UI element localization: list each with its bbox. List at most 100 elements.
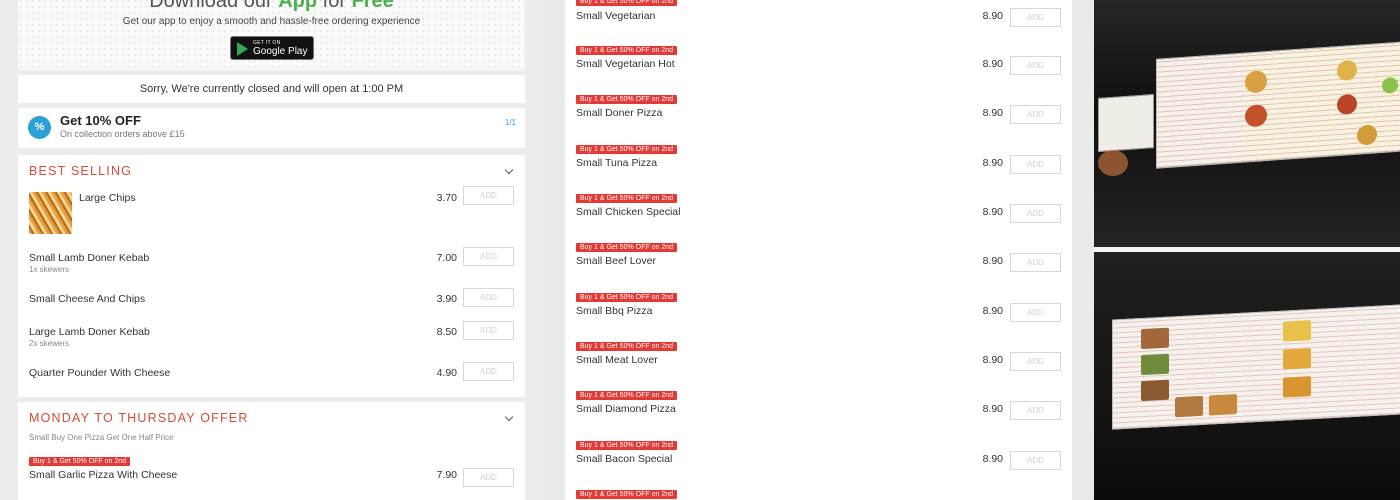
menu-board-photo[interactable] bbox=[1094, 0, 1400, 247]
app-download-title: Download our App for Free bbox=[149, 0, 394, 12]
pizza-menu-list: Buy 1 & Get 50% OFF on 2nd Small Vegetar… bbox=[565, 0, 1072, 500]
best-selling-heading[interactable]: BEST SELLING bbox=[29, 164, 132, 178]
item-price: 8.90 bbox=[982, 58, 1003, 70]
deal-badge: Buy 1 & Get 50% OFF on 2nd bbox=[576, 145, 677, 154]
add-button[interactable]: ADD bbox=[463, 186, 514, 205]
item-name: Large Chips bbox=[79, 192, 136, 204]
item-price: 8.50 bbox=[436, 326, 457, 338]
shop-photos bbox=[1094, 0, 1400, 500]
pizza-image bbox=[1337, 59, 1357, 82]
deal-badge: Buy 1 & Get 50% OFF on 2nd bbox=[576, 46, 677, 55]
offer-card[interactable]: % Get 10% OFF On collection orders above… bbox=[18, 108, 525, 148]
deal-badge: Buy 1 & Get 50% OFF on 2nd bbox=[576, 95, 677, 104]
item-price: 8.90 bbox=[982, 403, 1003, 415]
add-button[interactable]: ADD bbox=[1010, 204, 1061, 223]
item-name: Large Lamb Doner Kebab bbox=[29, 326, 150, 338]
deal-badge: Buy 1 & Get 50% OFF on 2nd bbox=[29, 457, 130, 466]
item-name: Small Vegetarian Hot bbox=[576, 58, 675, 70]
offer-title: Get 10% OFF bbox=[60, 113, 141, 128]
item-name: Small Garlic Pizza With Cheese bbox=[29, 469, 178, 481]
item-name: Quarter Pounder With Cheese bbox=[29, 367, 171, 379]
deal-badge: Buy 1 & Get 50% OFF on 2nd bbox=[576, 441, 677, 450]
chevron-down-icon[interactable] bbox=[504, 412, 514, 422]
add-button[interactable]: ADD bbox=[1010, 253, 1061, 272]
menu-item: Quarter Pounder With Cheese 4.90 ADD bbox=[29, 362, 514, 387]
burger-image bbox=[1141, 353, 1169, 376]
menu-item: Large Chips 3.70 ADD bbox=[29, 186, 514, 236]
google-play-icon bbox=[237, 42, 248, 56]
item-name: Small Lamb Doner Kebab bbox=[29, 252, 150, 264]
add-button[interactable]: ADD bbox=[1010, 401, 1061, 420]
item-price: 8.90 bbox=[982, 107, 1003, 119]
menu-item: Large Lamb Doner Kebab 2x skewers 8.50 A… bbox=[29, 321, 514, 350]
deal-badge: Buy 1 & Get 50% OFF on 2nd bbox=[576, 391, 677, 400]
pizza-image bbox=[1245, 69, 1267, 94]
burger-image bbox=[1141, 327, 1169, 350]
item-price: 8.90 bbox=[982, 453, 1003, 465]
app-download-subtitle: Get our app to enjoy a smooth and hassle… bbox=[122, 16, 421, 27]
add-button[interactable]: ADD bbox=[463, 321, 514, 340]
chevron-down-icon[interactable] bbox=[504, 165, 514, 175]
menu-item: Buy 1 & Get 50% OFF on 2nd Small Beef Lo… bbox=[576, 243, 1061, 292]
add-button[interactable]: ADD bbox=[1010, 451, 1061, 470]
kids-logo bbox=[1382, 76, 1398, 94]
add-button[interactable]: ADD bbox=[463, 288, 514, 307]
add-button[interactable]: ADD bbox=[1010, 155, 1061, 174]
item-price: 3.70 bbox=[436, 192, 457, 204]
chips-image bbox=[1209, 394, 1237, 416]
add-button[interactable]: ADD bbox=[463, 362, 514, 381]
item-price: 3.90 bbox=[436, 293, 457, 305]
item-price: 7.00 bbox=[436, 252, 457, 264]
menu-board bbox=[1156, 41, 1400, 169]
pizza-image bbox=[1245, 103, 1267, 128]
item-price: 8.90 bbox=[982, 157, 1003, 169]
item-name: Small Tuna Pizza bbox=[576, 157, 658, 169]
app-download-banner: Download our App for Free Get our app to… bbox=[18, 0, 525, 70]
burger-image bbox=[1175, 395, 1203, 418]
offer-section-heading[interactable]: MONDAY TO THURSDAY OFFER bbox=[29, 411, 249, 425]
add-button[interactable]: ADD bbox=[463, 247, 514, 266]
add-button[interactable]: ADD bbox=[463, 468, 514, 487]
add-button[interactable]: ADD bbox=[1010, 105, 1061, 124]
pizza-image bbox=[1357, 124, 1377, 146]
closed-notice: Sorry, We're currently closed and will o… bbox=[18, 75, 525, 103]
item-description: 2x skewers bbox=[29, 339, 70, 348]
menu-item: Buy 1 & Get 50% OFF on 2nd Small Vegetar… bbox=[576, 46, 1061, 95]
add-button[interactable]: ADD bbox=[1010, 8, 1061, 27]
menu-board-photo[interactable] bbox=[1094, 252, 1400, 500]
menu-item: Small Cheese And Chips 3.90 ADD bbox=[29, 288, 514, 313]
large-chips-image bbox=[29, 192, 72, 234]
pizza-image bbox=[1337, 93, 1357, 116]
add-button[interactable]: ADD bbox=[1010, 352, 1061, 371]
deal-badge: Buy 1 & Get 50% OFF on 2nd bbox=[576, 243, 677, 252]
menu-item: Small Vegetarian 8.90 ADD bbox=[576, 0, 1061, 47]
item-price: 8.90 bbox=[982, 10, 1003, 22]
item-name: Small Beef Lover bbox=[576, 255, 656, 267]
item-price: 8.90 bbox=[982, 354, 1003, 366]
add-button[interactable]: ADD bbox=[1010, 56, 1061, 75]
chips-image bbox=[1283, 376, 1311, 398]
percent-badge-icon: % bbox=[28, 116, 51, 139]
burger-image bbox=[1141, 379, 1169, 402]
item-name: Small Vegetarian bbox=[576, 10, 656, 22]
menu-item: Buy 1 & Get 50% OFF on 2nd Small Garlic … bbox=[29, 457, 514, 487]
item-name: Small Cheese And Chips bbox=[29, 293, 146, 305]
menu-item: Buy 1 & Get 50% OFF on 2nd Small Chicken… bbox=[576, 194, 1061, 243]
item-name: Small Meat Lover bbox=[576, 354, 658, 366]
add-button[interactable]: ADD bbox=[1010, 303, 1061, 322]
menu-item: Buy 1 & Get 50% OFF on 2nd Small Bbq Piz… bbox=[576, 293, 1061, 342]
menu-item: Buy 1 & Get 50% OFF on 2nd Small Doner P… bbox=[576, 95, 1061, 144]
chips-image bbox=[1283, 348, 1311, 370]
google-play-button[interactable]: GET IT ON Google Play bbox=[230, 36, 314, 60]
item-name: Small Bacon Special bbox=[576, 453, 673, 465]
item-price: 8.90 bbox=[982, 206, 1003, 218]
item-name: Small Doner Pizza bbox=[576, 107, 663, 119]
menu-board-side bbox=[1098, 94, 1154, 152]
deal-badge: Buy 1 & Get 50% OFF on 2nd bbox=[576, 194, 677, 203]
item-name: Small Diamond Pizza bbox=[576, 403, 676, 415]
menu-item: Buy 1 & Get 50% OFF on 2nd Small Diamond… bbox=[576, 391, 1061, 440]
offer-subtitle: On collection orders above £15 bbox=[60, 129, 185, 139]
item-price: 4.90 bbox=[436, 367, 457, 379]
offer-pager: 1/1 bbox=[504, 118, 516, 127]
deal-badge: Buy 1 & Get 50% OFF on 2nd bbox=[576, 342, 677, 351]
